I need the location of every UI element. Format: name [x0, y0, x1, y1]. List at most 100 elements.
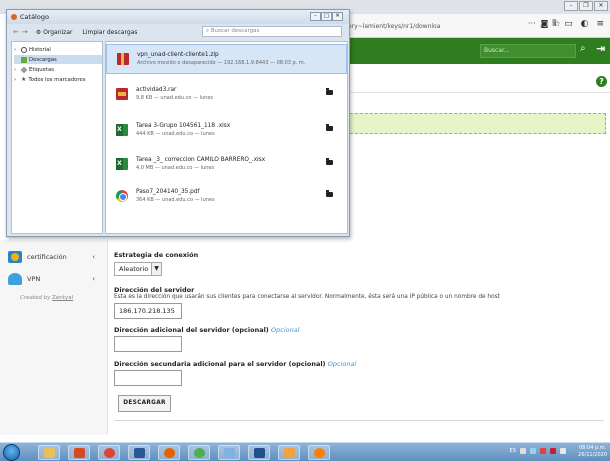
chevron-left-icon: ‹ [92, 253, 95, 261]
downloads-search-placeholder: Buscar descargas [210, 28, 260, 34]
download-name: Tarea _3_ correccion CAMILO BARRERO_.xls… [136, 157, 266, 163]
taskbar-network[interactable] [218, 445, 240, 460]
extension-icon[interactable]: ◐ [581, 19, 589, 29]
app-sidebar: certificación ‹ VPN ‹ Created by Zentyal [0, 240, 108, 435]
taskbar-clock[interactable]: 08:04 p.m. 26/11/2020 [578, 445, 607, 459]
additional-server-input[interactable] [114, 336, 182, 352]
chevron-down-icon: ▼ [151, 263, 161, 275]
sidebar-icon[interactable]: ▭ [564, 19, 573, 29]
close-icon[interactable]: ✕ [332, 12, 343, 21]
clock-time: 08:04 p.m. [578, 445, 607, 451]
folder-icon[interactable] [326, 88, 333, 95]
url-bar[interactable]: ory~lamient/keys/nr1/downloa [348, 20, 528, 33]
close-icon[interactable]: ✕ [594, 1, 608, 11]
downloads-search-input[interactable]: ⌕ Buscar descargas [202, 26, 342, 37]
app-search-input[interactable]: Buscar... [480, 44, 576, 58]
folder-icon[interactable] [326, 190, 333, 197]
restore-icon[interactable]: ❐ [579, 1, 593, 11]
taskbar-paint[interactable] [278, 445, 300, 460]
browser-toolbar: ⤓ ⫴ ▭ ◐ ≡ [540, 19, 604, 29]
tree-item-tags[interactable]: › Etiquetas [14, 65, 54, 74]
taskbar-firefox[interactable] [158, 445, 180, 460]
minimize-icon[interactable]: – [564, 1, 578, 11]
utorrent-icon [194, 448, 205, 458]
download-status: Archivo movido o desaparecido — 192.168.… [137, 60, 306, 66]
zentyal-link[interactable]: Zentyal [52, 295, 73, 301]
browser-window-controls: – ❐ ✕ [564, 1, 608, 11]
taskbar-office[interactable] [68, 445, 90, 460]
alert-icon[interactable] [550, 448, 556, 454]
download-status: 444 KB — unad.edu.co — lunes [136, 131, 215, 137]
gear-icon: ⚙ [35, 28, 42, 36]
server-label: Dirección del servidor [114, 286, 195, 294]
download-button[interactable]: DESCARGAR [118, 395, 171, 412]
logout-icon[interactable]: ⇥ [596, 42, 605, 55]
taskbar-virtualbox[interactable] [248, 445, 270, 460]
tree-item-bookmarks[interactable]: › ★ Todos los marcadores [14, 75, 85, 84]
virtualbox-icon [254, 448, 265, 458]
back-forward-icon[interactable]: ←→ [13, 28, 31, 36]
taskbar-chrome[interactable] [98, 445, 120, 460]
optional-tag: Opcional [327, 360, 357, 368]
office-icon [74, 448, 85, 458]
tree-item-downloads[interactable]: Descargas [14, 55, 102, 64]
strategy-select[interactable]: Aleatorio ▼ [114, 262, 162, 276]
secondary-server-label: Dirección secundaria adicional para el s… [114, 360, 356, 368]
sidebar-item-certification[interactable]: certificación ‹ [8, 248, 103, 266]
sidebar-item-vpn[interactable]: VPN ‹ [8, 270, 103, 288]
download-item[interactable]: Tarea _3_ correccion CAMILO BARRERO_.xls… [106, 150, 347, 180]
downloads-icon[interactable]: ⤓ [540, 19, 544, 29]
firefox-icon [164, 448, 175, 458]
antivirus-icon[interactable] [540, 448, 546, 454]
network-icon[interactable] [530, 448, 536, 454]
library-titlebar: Catálogo – □ ✕ [7, 10, 349, 24]
strategy-label: Estrategia de conexión [114, 251, 199, 259]
secondary-server-input[interactable] [114, 370, 182, 386]
created-by: Created by Zentyal [20, 295, 73, 301]
clear-downloads-button[interactable]: Limpiar descargas [82, 29, 137, 36]
download-item[interactable]: vpn_unad-client-cliente1.zip Archivo mov… [106, 44, 347, 74]
notice-box [340, 113, 606, 134]
folder-icon [44, 448, 55, 458]
taskbar-utorrent[interactable] [188, 445, 210, 460]
tree-item-history[interactable]: › Historial [14, 45, 51, 54]
search-icon[interactable]: ⌕ [580, 43, 586, 54]
language-indicator[interactable]: ES [510, 448, 516, 454]
sidebar-item-label: VPN [27, 275, 41, 283]
download-item[interactable]: Paso7_204140_35.pdf 364 KB — unad.edu.co… [106, 182, 347, 212]
strategy-value: Aleatorio [119, 265, 149, 273]
tree-item-label: Todos los marcadores [28, 76, 86, 83]
chevron-right-icon: › [14, 76, 16, 83]
download-name: Paso7_204140_35.pdf [136, 189, 200, 195]
tray-arrow-icon[interactable] [520, 448, 526, 454]
tree-item-label: Etiquetas [29, 66, 54, 73]
maximize-icon[interactable]: □ [321, 12, 332, 21]
folder-icon[interactable] [326, 158, 333, 165]
server-help-text: Esta es la dirección que usarán sus clie… [114, 294, 500, 300]
folder-icon[interactable] [326, 124, 333, 131]
start-button[interactable] [3, 444, 20, 461]
menu-icon[interactable]: ≡ [596, 19, 604, 29]
system-tray: ES [510, 448, 566, 454]
taskbar-explorer[interactable] [38, 445, 60, 460]
more-icon[interactable]: ··· [528, 19, 536, 28]
organize-button[interactable]: ⚙ Organizar [36, 29, 73, 36]
browser-navbar: ory~lamient/keys/nr1/downloa ··· ◙ ☆ ⤓ ⫴… [340, 14, 610, 38]
organize-label: Organizar [43, 28, 73, 36]
taskbar-word[interactable] [128, 445, 150, 460]
download-item[interactable]: Tarea 3-Grupo 104561_118 .xlsx 444 KB — … [106, 116, 347, 146]
library-icon[interactable]: ⫴ [552, 19, 556, 29]
firefox-icon [314, 448, 325, 458]
download-name: vpn_unad-client-cliente1.zip [137, 52, 219, 58]
download-status: 364 KB — unad.edu.co — lunes [136, 197, 215, 203]
volume-icon[interactable] [560, 448, 566, 454]
help-icon[interactable]: ? [596, 76, 607, 87]
chrome-icon [104, 448, 115, 458]
server-address-input[interactable]: 186.170.218.135 [114, 303, 182, 319]
download-item[interactable]: actividad3.rar 9,8 KB — unad.edu.co — lu… [106, 80, 347, 110]
taskbar-firefox-active[interactable] [308, 445, 330, 460]
star-icon: ★ [21, 76, 27, 83]
minimize-icon[interactable]: – [310, 12, 321, 21]
form-divider [114, 420, 604, 421]
library-tree: › Historial Descargas › Etiquetas › ★ To… [11, 41, 103, 234]
